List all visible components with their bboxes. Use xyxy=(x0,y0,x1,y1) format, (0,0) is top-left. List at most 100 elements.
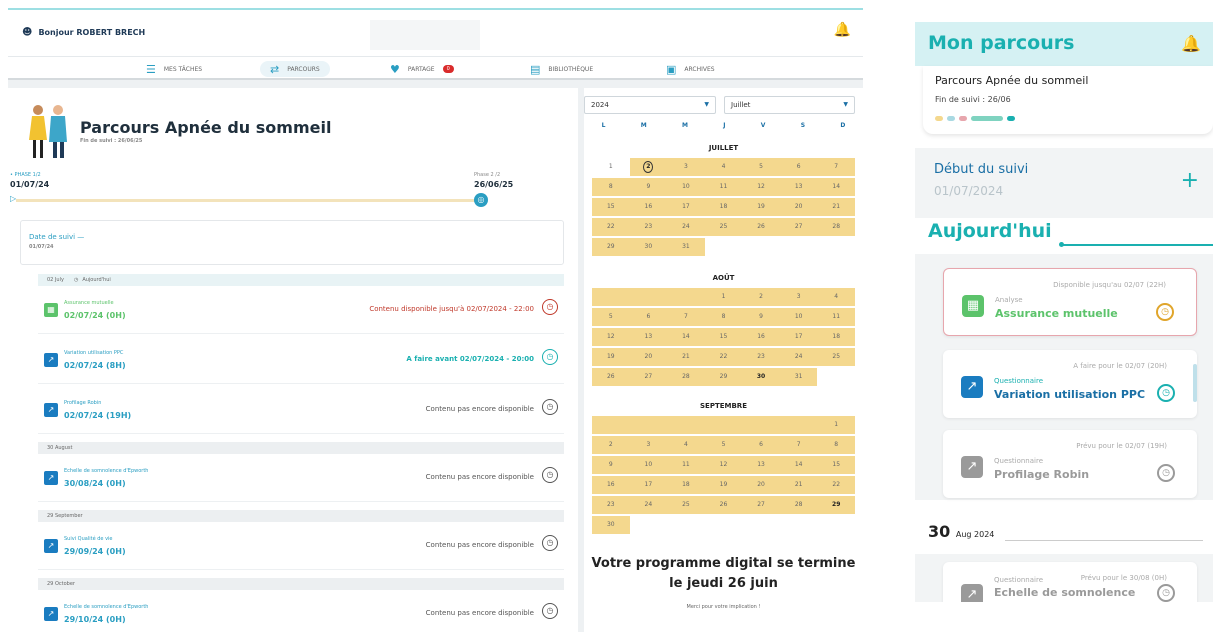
year-select[interactable]: 2024 ▼ xyxy=(584,96,716,114)
calendar-day[interactable]: 6 xyxy=(629,308,668,326)
calendar-day[interactable]: 15 xyxy=(817,456,855,474)
calendar-day[interactable]: 23 xyxy=(592,496,630,514)
calendar-day[interactable]: 31 xyxy=(667,238,705,256)
nav-bibliotheque[interactable]: ▤ BIBLIOTHÈQUE xyxy=(520,61,603,77)
task-row[interactable]: ↗ Suivi Qualité de vie 29/09/24 (0H) Con… xyxy=(38,522,564,570)
calendar-day[interactable]: 7 xyxy=(779,436,818,454)
calendar-day[interactable]: 9 xyxy=(592,456,630,474)
calendar-day[interactable]: 14 xyxy=(779,456,818,474)
calendar-day[interactable]: 22 xyxy=(592,218,630,236)
calendar-day[interactable]: 8 xyxy=(592,178,630,196)
calendar-day[interactable]: 18 xyxy=(817,328,855,346)
calendar-day[interactable]: 16 xyxy=(629,198,668,216)
calendar-day[interactable]: 4 xyxy=(817,288,855,306)
plus-icon[interactable]: + xyxy=(1181,168,1199,193)
calendar-day[interactable]: 12 xyxy=(592,328,630,346)
calendar-day[interactable]: 13 xyxy=(629,328,668,346)
calendar-day[interactable]: 6 xyxy=(742,436,780,454)
calendar-day[interactable]: 21 xyxy=(667,348,705,366)
calendar-day[interactable]: 30 xyxy=(629,238,668,256)
task-row[interactable]: ↗ Profilage Robin 02/07/24 (19H) Contenu… xyxy=(38,386,564,434)
calendar-day[interactable]: 10 xyxy=(667,178,705,196)
calendar-day[interactable]: 12 xyxy=(742,178,780,196)
calendar-day[interactable]: 14 xyxy=(667,328,705,346)
calendar-day[interactable]: 28 xyxy=(817,218,855,236)
calendar-day[interactable]: 24 xyxy=(629,496,668,514)
calendar-day[interactable]: 25 xyxy=(704,218,743,236)
mobile-task-card[interactable]: ↗ A faire pour le 02/07 (20H) Questionna… xyxy=(943,350,1197,418)
calendar-day[interactable]: 29 xyxy=(592,238,630,256)
calendar-day[interactable]: 27 xyxy=(742,496,780,514)
mobile-task-card[interactable]: ▦ Disponible jusqu'au 02/07 (22H) Analys… xyxy=(943,268,1197,336)
calendar-day[interactable]: 27 xyxy=(629,368,668,386)
calendar-day[interactable]: 27 xyxy=(779,218,818,236)
calendar-day[interactable]: 2 xyxy=(592,436,630,454)
calendar-day[interactable]: 25 xyxy=(667,496,705,514)
calendar-day[interactable]: 22 xyxy=(704,348,743,366)
calendar-day[interactable]: 15 xyxy=(704,328,743,346)
calendar-day[interactable]: 18 xyxy=(667,476,705,494)
calendar-day[interactable]: 5 xyxy=(592,308,630,326)
calendar-day[interactable]: 16 xyxy=(742,328,780,346)
calendar-day[interactable]: 24 xyxy=(667,218,705,236)
calendar-day[interactable]: 23 xyxy=(629,218,668,236)
calendar-day[interactable]: 4 xyxy=(704,158,743,176)
calendar-day[interactable]: 20 xyxy=(629,348,668,366)
calendar-day[interactable]: 20 xyxy=(742,476,780,494)
calendar-day[interactable]: 6 xyxy=(779,158,818,176)
calendar-day[interactable]: 10 xyxy=(779,308,818,326)
task-row[interactable]: ↗ Echelle de somnolence d'Epworth 30/08/… xyxy=(38,454,564,502)
calendar-day[interactable]: 19 xyxy=(704,476,743,494)
calendar-day[interactable]: 26 xyxy=(742,218,780,236)
calendar-day[interactable]: 29 xyxy=(704,368,743,386)
calendar-day[interactable]: 8 xyxy=(817,436,855,454)
calendar-day[interactable]: 5 xyxy=(704,436,743,454)
nav-archives[interactable]: ▣ ARCHIVES xyxy=(656,61,725,77)
calendar-day[interactable]: 26 xyxy=(704,496,743,514)
greeting[interactable]: ☻ Bonjour ROBERT BRECH xyxy=(22,27,145,38)
calendar-day[interactable]: 1 xyxy=(704,288,743,306)
calendar-day[interactable]: 31 xyxy=(779,368,818,386)
calendar-day[interactable]: 9 xyxy=(629,178,668,196)
calendar-day[interactable]: 5 xyxy=(742,158,780,176)
calendar-day[interactable]: 19 xyxy=(742,198,780,216)
bell-icon[interactable]: 🔔 xyxy=(1181,34,1201,53)
calendar-day[interactable]: 16 xyxy=(592,476,630,494)
nav-mes-taches[interactable]: ☰ MES TÂCHES xyxy=(136,61,212,77)
calendar-day[interactable]: 3 xyxy=(779,288,818,306)
calendar-day[interactable]: 9 xyxy=(742,308,780,326)
calendar-day[interactable]: 2 xyxy=(629,158,668,176)
calendar-day[interactable]: 19 xyxy=(592,348,630,366)
mobile-task-card[interactable]: ↗ Prévu pour le 02/07 (19H) Questionnair… xyxy=(943,430,1197,498)
calendar-day[interactable]: 11 xyxy=(704,178,743,196)
calendar-day[interactable]: 29 xyxy=(817,496,855,514)
calendar-day[interactable]: 10 xyxy=(629,456,668,474)
calendar-day[interactable]: 30 xyxy=(592,516,630,534)
follow-date-card[interactable]: Date de suivi — 01/07/24 xyxy=(20,220,564,265)
task-row[interactable]: ↗ Echelle de somnolence d'Epworth 29/10/… xyxy=(38,590,564,632)
calendar-day[interactable]: 28 xyxy=(667,368,705,386)
calendar-day[interactable]: 4 xyxy=(667,436,705,454)
calendar-day[interactable]: 21 xyxy=(779,476,818,494)
calendar-day[interactable]: 14 xyxy=(817,178,855,196)
calendar-day[interactable]: 7 xyxy=(667,308,705,326)
task-row[interactable]: ▦ Assurance mutuelle 02/07/24 (0H) Conte… xyxy=(38,286,564,334)
nav-partage[interactable]: ♥ PARTAGE 0 xyxy=(380,61,464,77)
calendar-day[interactable]: 3 xyxy=(629,436,668,454)
task-row[interactable]: ↗ Variation utilisation PPC 02/07/24 (8H… xyxy=(38,336,564,384)
calendar-day[interactable]: 11 xyxy=(667,456,705,474)
bell-icon[interactable]: 🔔 xyxy=(834,22,851,38)
calendar-day[interactable]: 15 xyxy=(592,198,630,216)
calendar-day[interactable]: 3 xyxy=(667,158,705,176)
calendar-day[interactable]: 1 xyxy=(592,158,630,176)
calendar-day[interactable]: 2 xyxy=(742,288,780,306)
calendar-day[interactable]: 13 xyxy=(742,456,780,474)
calendar-day[interactable]: 23 xyxy=(742,348,780,366)
calendar-day[interactable]: 12 xyxy=(704,456,743,474)
calendar-day[interactable]: 21 xyxy=(817,198,855,216)
calendar-day[interactable]: 8 xyxy=(704,308,743,326)
calendar-day[interactable]: 1 xyxy=(817,416,855,434)
calendar-day[interactable]: 22 xyxy=(817,476,855,494)
calendar-day[interactable]: 30 xyxy=(742,368,780,386)
mobile-task-card[interactable]: ↗ Prévu pour le 30/08 (0H) Questionnaire… xyxy=(943,562,1197,602)
